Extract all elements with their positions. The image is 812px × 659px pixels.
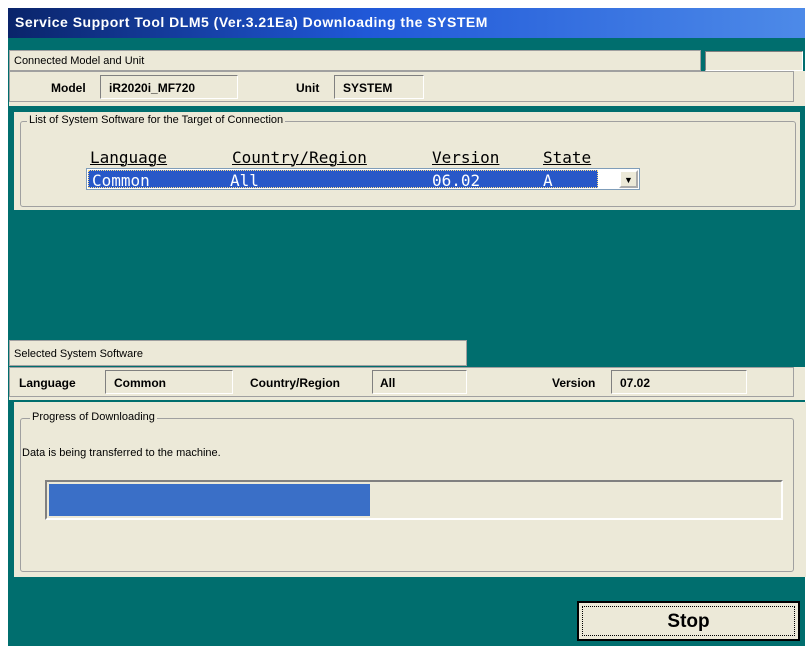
selected-language-value: Common — [105, 370, 233, 394]
unit-value-text: SYSTEM — [343, 81, 393, 95]
progress-bar-fill — [49, 484, 370, 516]
connected-model-header: Connected Model and Unit — [9, 50, 701, 71]
progress-group-label: Progress of Downloading — [30, 411, 157, 423]
row-version: 06.02 — [432, 171, 481, 190]
selected-version-value: 07.02 — [611, 370, 747, 394]
row-country: All — [230, 171, 259, 190]
window-title: Service Support Tool DLM5 (Ver.3.21Ea) D… — [15, 14, 488, 30]
column-header-language: Language — [90, 148, 168, 167]
selected-version-label: Version — [552, 376, 596, 390]
selected-language-label: Language — [19, 376, 76, 390]
selected-country-value: All — [372, 370, 467, 394]
model-label: Model — [51, 81, 86, 95]
stop-button-focus-ring — [582, 606, 795, 636]
selected-version-text: 07.02 — [620, 376, 651, 390]
model-value-text: iR2020i_MF720 — [109, 81, 196, 95]
row-state: A — [543, 171, 553, 190]
selected-country-label: Country/Region — [250, 376, 340, 390]
system-list-group-label: List of System Software for the Target o… — [27, 114, 286, 126]
column-header-state: State — [543, 148, 592, 167]
chevron-down-icon[interactable]: ▼ — [619, 170, 638, 188]
selected-row-highlight — [88, 170, 598, 188]
connected-status-box — [705, 51, 803, 71]
stop-button[interactable]: Stop — [577, 601, 800, 641]
column-header-country: Country/Region — [232, 148, 367, 167]
unit-label: Unit — [296, 81, 320, 95]
title-bar: Service Support Tool DLM5 (Ver.3.21Ea) D… — [8, 8, 805, 38]
connected-model-header-label: Connected Model and Unit — [14, 55, 145, 67]
row-language: Common — [92, 171, 150, 190]
selected-language-text: Common — [114, 376, 166, 390]
unit-value: SYSTEM — [334, 75, 424, 99]
selected-software-header-label: Selected System Software — [14, 348, 144, 360]
model-value: iR2020i_MF720 — [100, 75, 238, 99]
selected-software-header: Selected System Software — [9, 340, 467, 366]
selected-country-text: All — [380, 376, 396, 390]
progress-bar — [45, 480, 783, 520]
column-header-version: Version — [432, 148, 500, 167]
progress-status-text: Data is being transferred to the machine… — [22, 447, 221, 459]
